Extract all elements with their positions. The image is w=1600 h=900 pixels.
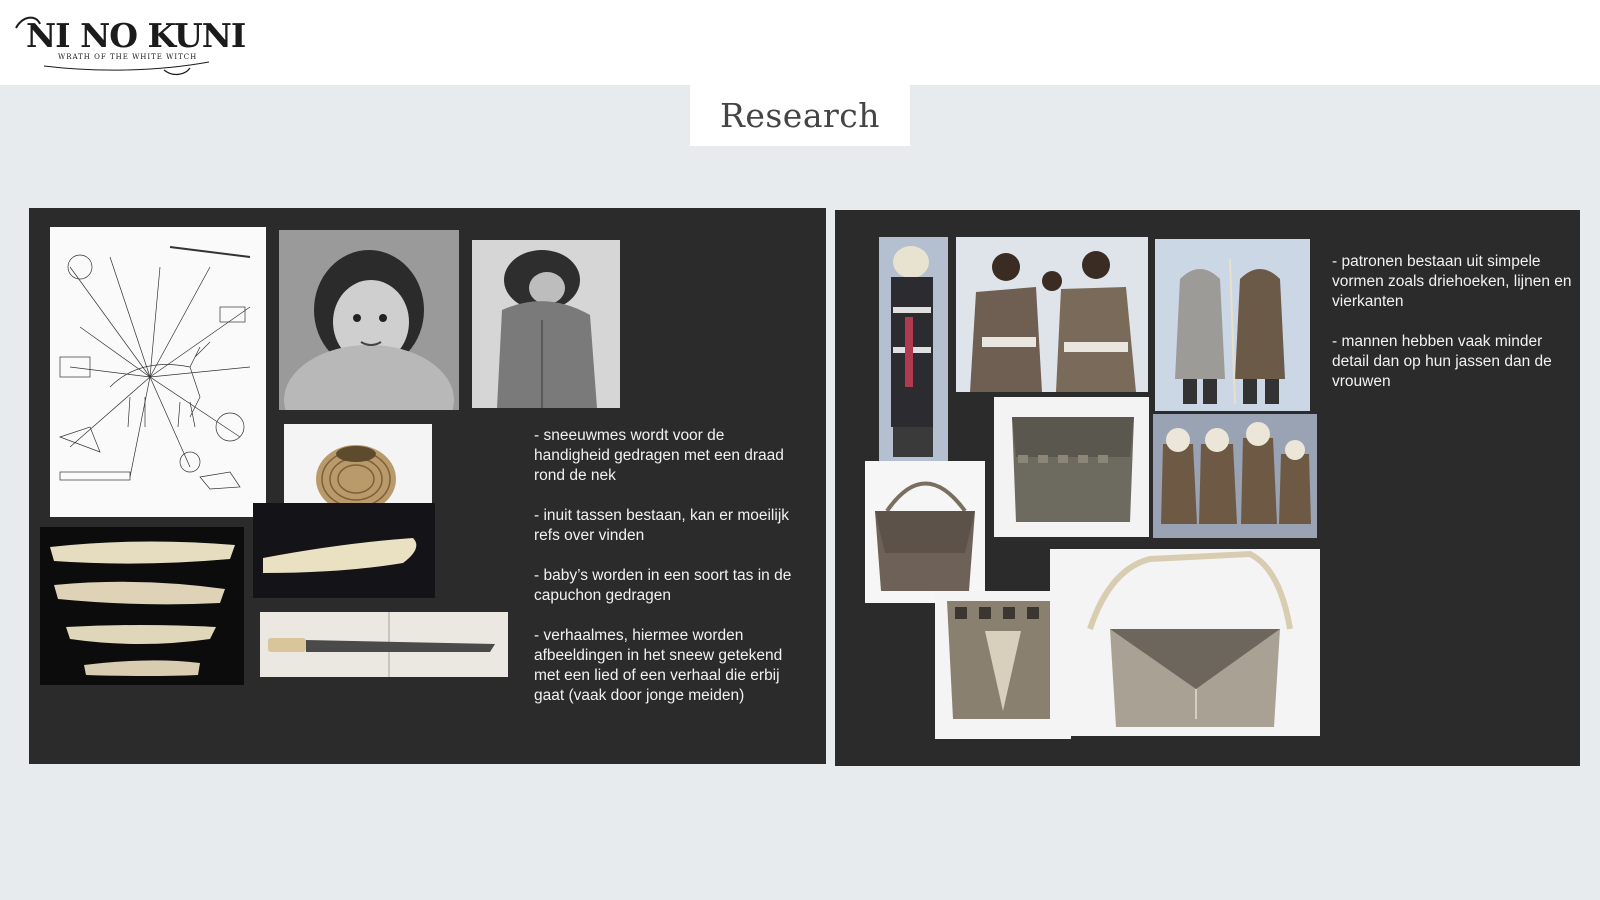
logo-title: NI NO KUNI [26,16,246,55]
note-story-knife: - verhaalmes, hiermee worden afbeeldinge… [534,627,783,704]
parka-figure-photo-image [879,237,948,462]
research-panel-right: - patronen bestaan uit simpele vormen zo… [835,210,1580,766]
note-men-detail: - mannen hebben vaak minder detail dan o… [1332,333,1552,390]
page-title: Research [690,85,910,146]
research-panel-left: - sneeuwmes wordt voor de handigheid ged… [29,208,826,764]
left-notes: - sneeuwmes wordt voor de handigheid ged… [534,426,804,726]
women-in-parkas-photo-image [956,237,1148,392]
note-inuit-bags: - inuit tassen bestaan, kan er moeilijk … [534,507,790,544]
right-notes: - patronen bestaan uit simpele vormen zo… [1332,252,1572,412]
reindeer-uses-diagram-image [50,227,266,517]
note-patterns: - patronen bestaan uit simpele vormen zo… [1332,253,1572,310]
metal-knife-photo-image [260,612,508,677]
round-fur-bag-photo-image [865,461,985,603]
group-in-parkas-photo-image [1153,414,1317,538]
two-hunters-photo-image [1155,239,1310,411]
snow-knife-photo-image [253,503,435,598]
note-babies-in-hood: - baby’s worden in een soort tas in de c… [534,567,792,604]
inuit-child-photo-image [279,230,459,410]
mother-with-baby-photo-image [472,240,620,408]
felt-bag-with-strap-photo-image [1050,549,1320,736]
logo-subtitle: WRATH OF THE WHITE WITCH [58,53,198,61]
story-knives-photo-image [40,527,244,685]
header-bar: NI NO KUNI WRATH OF THE WHITE WITCH [0,0,1600,85]
note-snow-knife: - sneeuwmes wordt voor de handigheid ged… [534,427,784,484]
game-logo: NI NO KUNI WRATH OF THE WHITE WITCH [14,12,246,76]
fur-bag-photo-image [994,397,1149,537]
